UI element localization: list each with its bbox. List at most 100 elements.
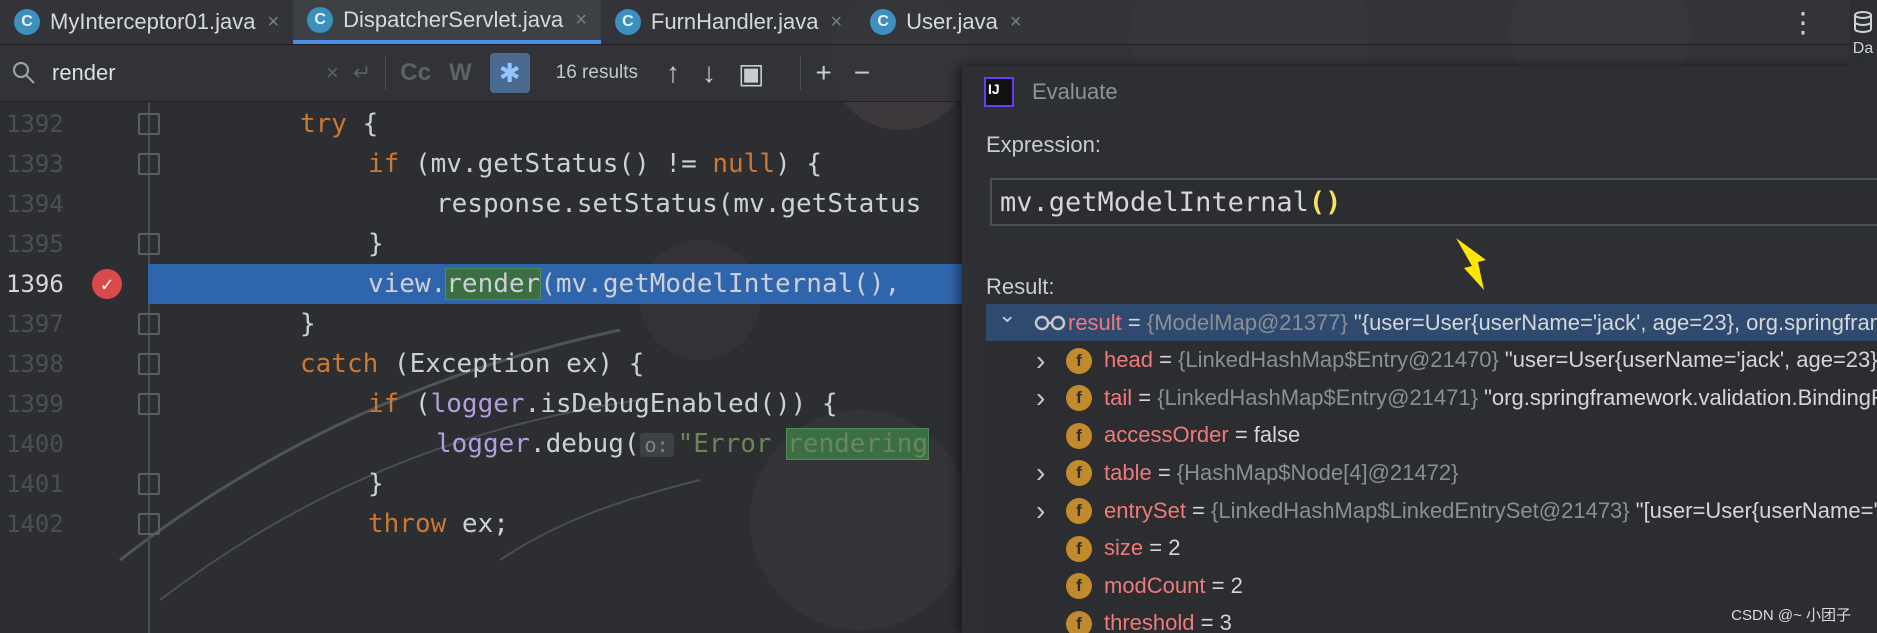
dialog-title-bar[interactable]: IJ Evaluate	[962, 66, 1877, 118]
field-row[interactable]: › f head = {LinkedHashMap$Entry@21470} "us…	[986, 342, 1877, 379]
clear-search-icon[interactable]: ×	[326, 60, 339, 86]
field-icon: f	[1066, 535, 1092, 562]
line-number[interactable]: 1392	[6, 110, 72, 138]
database-label: Da	[1852, 40, 1874, 57]
code-token: render	[445, 268, 542, 300]
line-number[interactable]: 1402	[6, 510, 72, 538]
previous-occurrence-icon[interactable]: ↑	[666, 57, 680, 89]
code-line[interactable]: 1399 if (logger.isDebugEnabled()) {	[0, 384, 965, 424]
code-token: }	[368, 229, 384, 259]
code-line[interactable]: ✓ 1396 view.render(mv.getModelInternal(),	[0, 264, 965, 304]
chevron-right-icon[interactable]: ›	[1036, 382, 1045, 414]
chevron-down-icon[interactable]: ⌄	[998, 304, 1016, 328]
code-text: catch (Exception ex) {	[300, 349, 644, 379]
result-tree[interactable]: ⌄ result = {ModelMap@21377} "{user=User{u…	[986, 304, 1877, 633]
line-number[interactable]: 1397	[6, 310, 72, 338]
field-icon: f	[1066, 610, 1092, 633]
code-token: .debug(	[529, 429, 640, 459]
fold-marker-icon[interactable]	[138, 353, 160, 375]
fold-marker-icon[interactable]	[138, 233, 160, 255]
code-line[interactable]: 1393 if (mv.getStatus() != null) {	[0, 144, 965, 184]
code-line[interactable]: 1398 catch (Exception ex) {	[0, 344, 965, 384]
watch-glasses-icon	[1034, 315, 1066, 331]
database-tool-window-stripe[interactable]: Da	[1849, 0, 1877, 66]
remove-selection-icon[interactable]: −	[854, 57, 870, 89]
code-text: }	[300, 309, 316, 339]
field-row[interactable]: › f entrySet = {LinkedHashMap$LinkedEntryS…	[986, 492, 1877, 529]
code-text: if (mv.getStatus() != null) {	[368, 149, 822, 179]
equals-sign: =	[1132, 384, 1158, 410]
regex-button[interactable]: ✱	[489, 53, 530, 93]
more-tabs-icon[interactable]: ⋮	[1789, 6, 1817, 39]
close-icon[interactable]: ×	[267, 11, 279, 34]
chevron-right-icon[interactable]: ›	[1036, 457, 1045, 489]
new-line-icon[interactable]: ↵	[353, 60, 371, 86]
open-in-window-icon[interactable]: ▣	[738, 57, 764, 90]
code-token: try	[300, 109, 347, 139]
field-row[interactable]: › f table = {HashMap$Node[4]@21472}	[986, 454, 1877, 491]
close-icon[interactable]: ×	[575, 9, 587, 32]
close-icon[interactable]: ×	[830, 11, 842, 34]
whole-words-button[interactable]: W	[449, 59, 472, 87]
search-input[interactable]: render	[52, 60, 312, 86]
field-row[interactable]: › f tail = {LinkedHashMap$Entry@21471} "or…	[986, 379, 1877, 416]
code-line[interactable]: 1394 response.setStatus(mv.getStatus	[0, 184, 965, 224]
equals-sign: =	[1121, 309, 1147, 335]
field-text: modCount = 2	[1104, 573, 1243, 599]
fold-marker-icon[interactable]	[138, 393, 160, 415]
fold-marker-icon[interactable]	[138, 473, 160, 495]
chevron-right-icon[interactable]: ›	[1036, 345, 1045, 377]
field-icon: f	[1066, 573, 1092, 600]
code-token: throw	[368, 509, 447, 539]
result-label: Result:	[986, 274, 1055, 299]
chevron-right-icon[interactable]: ›	[1036, 495, 1045, 527]
code-line[interactable]: 1402 throw ex;	[0, 504, 965, 544]
code-token: (mv.getModelInternal(),	[540, 269, 901, 299]
fold-marker-icon[interactable]	[138, 313, 160, 335]
field-row[interactable]: f accessOrder = false	[986, 417, 1877, 454]
line-number[interactable]: 1394	[6, 190, 72, 218]
line-number[interactable]: 1396	[6, 270, 72, 298]
code-token: ex;	[446, 509, 509, 539]
fold-marker-icon[interactable]	[138, 113, 160, 135]
code-line[interactable]: 1397}	[0, 304, 965, 344]
line-number[interactable]: 1399	[6, 390, 72, 418]
code-line[interactable]: 1392 try {	[0, 104, 965, 144]
tab-myinterceptor01[interactable]: C MyInterceptor01.java ×	[0, 0, 293, 44]
field-value: 3	[1219, 610, 1232, 633]
field-type: {LinkedHashMap$Entry@21470}	[1178, 347, 1499, 373]
fold-marker-icon[interactable]	[138, 153, 160, 175]
line-number[interactable]: 1400	[6, 430, 72, 458]
evaluate-dialog: IJ Evaluate Expression: mv.getModelInter…	[962, 66, 1877, 633]
code-token: rendering	[786, 428, 930, 460]
equals-sign: =	[1228, 422, 1254, 448]
line-number[interactable]: 1401	[6, 470, 72, 498]
tab-dispatcherservlet[interactable]: C DispatcherServlet.java ×	[293, 0, 601, 44]
next-occurrence-icon[interactable]: ↓	[702, 57, 716, 89]
field-row[interactable]: f modCount = 2	[986, 567, 1877, 604]
breakpoint-icon[interactable]: ✓	[92, 269, 122, 299]
line-number[interactable]: 1398	[6, 350, 72, 378]
line-number[interactable]: 1393	[6, 150, 72, 178]
field-row[interactable]: f size = 2	[986, 530, 1877, 567]
field-name: threshold	[1104, 610, 1195, 633]
search-icon[interactable]	[10, 59, 38, 87]
fold-marker-icon[interactable]	[138, 513, 160, 535]
result-root-row[interactable]: ⌄ result = {ModelMap@21377} "{user=User{u…	[986, 304, 1877, 341]
separator	[385, 56, 387, 90]
field-icon: f	[1066, 460, 1092, 487]
tab-furnhandler[interactable]: C FurnHandler.java ×	[601, 0, 856, 44]
code-line[interactable]: 1395}	[0, 224, 965, 264]
field-name: size	[1104, 535, 1144, 561]
code-text: view.render(mv.getModelInternal(),	[368, 268, 901, 300]
tab-user[interactable]: C User.java ×	[856, 0, 1035, 44]
code-text: response.setStatus(mv.getStatus	[436, 189, 921, 219]
line-number[interactable]: 1395	[6, 230, 72, 258]
expression-input[interactable]: mv.getModelInternal()	[990, 178, 1877, 226]
code-line[interactable]: 1401}	[0, 464, 965, 504]
code-editor[interactable]: 1392 try {1393 if (mv.getStatus() != null)…	[0, 102, 965, 633]
add-selection-icon[interactable]: +	[815, 57, 831, 89]
match-case-button[interactable]: Cc	[400, 59, 431, 87]
close-icon[interactable]: ×	[1010, 11, 1022, 34]
code-line[interactable]: 1400 logger.debug(o: "Error rendering	[0, 424, 965, 464]
